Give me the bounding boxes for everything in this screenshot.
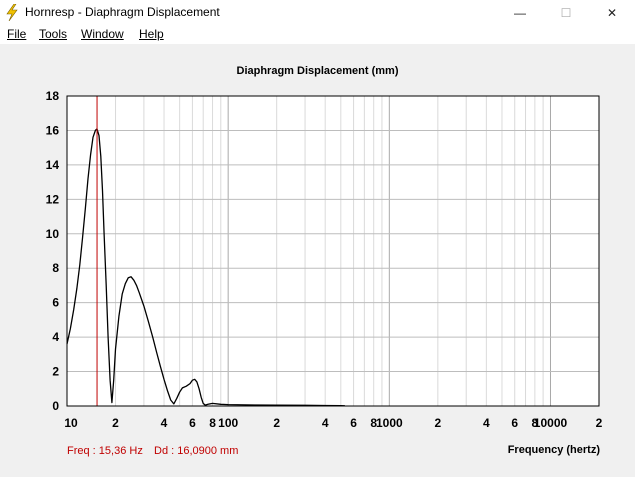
chart-area: Diaphragm Displacement (mm) 0 2 4 6 8 10 12 14 1…: [0, 44, 635, 477]
x-tick-label: 1000: [376, 416, 403, 430]
menu-bar: File Tools Window Help: [0, 25, 635, 44]
x-tick-label: 2: [596, 416, 603, 430]
y-tick-label: 6: [52, 296, 59, 310]
close-icon: ✕: [606, 5, 618, 20]
maximize-button[interactable]: ☐: [543, 0, 589, 25]
y-tick-label: 8: [52, 261, 59, 275]
y-tick-label: 12: [46, 192, 60, 206]
x-tick-label: 6: [189, 416, 196, 430]
displacement-chart[interactable]: 02468101214161810 2 4 6 8 100 2 4 6 81000 2 4 6 81000…: [0, 44, 635, 477]
title-bar: Hornresp - Diaphragm Displacement — ☐ ✕: [0, 0, 635, 25]
x-tick-label: 4: [483, 416, 490, 430]
y-tick-label: 16: [46, 123, 60, 137]
close-button[interactable]: ✕: [589, 0, 635, 25]
maximize-icon: ☐: [560, 5, 572, 20]
displacement-readout: Dd : 16,0900 mm: [154, 445, 239, 457]
y-tick-label: 4: [52, 330, 59, 344]
lightning-bolt-icon: [6, 4, 18, 21]
x-tick-label: 10000: [534, 416, 568, 430]
minimize-icon: —: [514, 5, 526, 20]
x-tick-label: 8: [209, 416, 216, 430]
x-tick-label: 4: [322, 416, 329, 430]
y-tick-label: 10: [46, 227, 60, 241]
plot-background: [67, 96, 599, 406]
x-tick-label: 10: [64, 416, 78, 430]
y-tick-label: 18: [46, 89, 60, 103]
x-tick-label: 2: [434, 416, 441, 430]
y-tick-label: 14: [46, 158, 60, 172]
freq-readout: Freq : 15,36 Hz: [67, 445, 143, 457]
x-axis-label: Frequency (hertz): [507, 444, 600, 456]
menu-tools[interactable]: Tools: [39, 27, 67, 41]
x-tick-label: 2: [112, 416, 119, 430]
x-tick-label: 100: [218, 416, 238, 430]
window-title: Hornresp - Diaphragm Displacement: [25, 5, 220, 19]
menu-help[interactable]: Help: [139, 27, 164, 41]
y-tick-label: 2: [52, 365, 59, 379]
x-tick-label: 6: [511, 416, 518, 430]
minimize-button[interactable]: —: [497, 0, 543, 25]
menu-file[interactable]: File: [7, 27, 26, 41]
x-tick-label: 4: [161, 416, 168, 430]
menu-window[interactable]: Window: [81, 27, 124, 41]
x-tick-label: 6: [350, 416, 357, 430]
x-tick-label: 2: [273, 416, 280, 430]
y-tick-label: 0: [52, 399, 59, 413]
